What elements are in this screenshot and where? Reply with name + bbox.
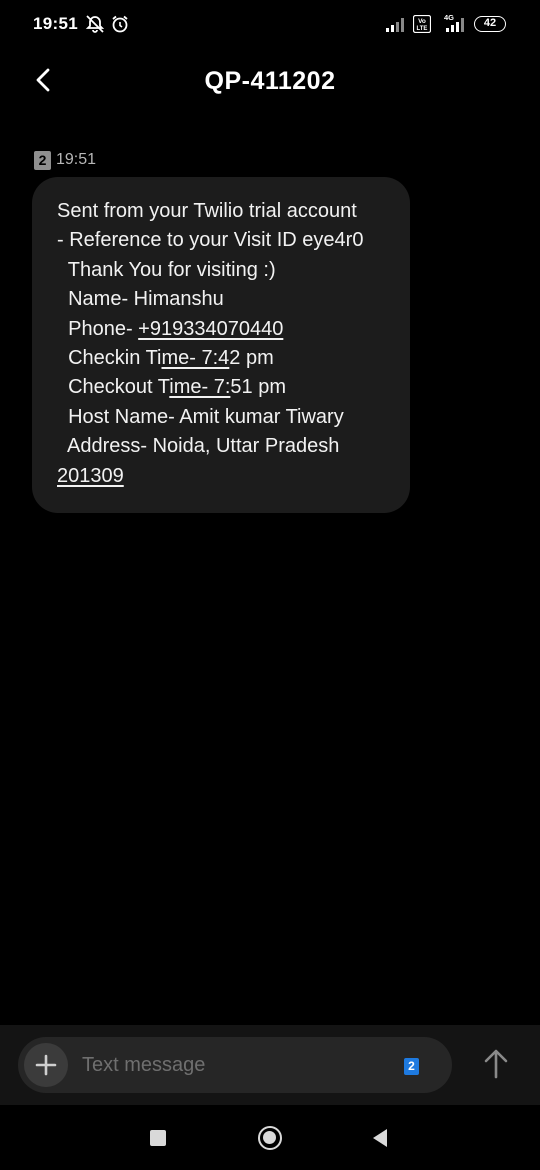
alarm-clock-icon [110, 14, 130, 39]
message-bubble[interactable]: Sent from your Twilio trial account - Re… [32, 177, 410, 513]
signal-icon [386, 16, 408, 37]
conversation-header: QP-411202 [0, 50, 540, 110]
message-line: Host Name- Amit kumar Tiwary [57, 405, 344, 428]
message-time: 19:51 [56, 151, 97, 168]
checkin-time-link[interactable]: me- 7:4 [161, 347, 229, 369]
checkin-text-end: 2 pm [229, 347, 274, 370]
message-meta: 2 19:51 [34, 151, 96, 170]
phone-link[interactable]: +919334070440 [138, 318, 283, 340]
checkout-text: Checkout T [57, 376, 170, 399]
checkin-text: Checkin Ti [57, 347, 162, 370]
message-line: Thank You for visiting :) [57, 258, 276, 281]
phone-label: Phone- [57, 317, 139, 340]
plus-icon [35, 1054, 57, 1076]
home-icon[interactable] [258, 1126, 282, 1150]
sim-selector-button[interactable]: 2 [404, 1058, 419, 1075]
add-attachment-button[interactable] [24, 1043, 68, 1087]
message-input[interactable] [82, 1051, 382, 1079]
recent-apps-icon[interactable] [150, 1130, 166, 1146]
send-arrow-icon [484, 1049, 508, 1079]
sim-badge: 2 [34, 151, 51, 170]
message-line: Address- Noida, Uttar Pradesh [57, 435, 340, 458]
conversation-title: QP-411202 [204, 67, 336, 95]
checkout-time-link[interactable]: ime- 7: [169, 376, 230, 398]
send-button[interactable] [478, 1049, 514, 1084]
message-line-checkin: Checkin Time- 7:42 pm [57, 344, 400, 373]
compose-box: 2 [18, 1037, 452, 1093]
message-line: Sent from your Twilio trial account [57, 200, 357, 222]
status-time: 19:51 [33, 14, 78, 33]
navigation-bar [0, 1105, 540, 1170]
svg-text:LTE: LTE [417, 26, 428, 32]
alarm-off-icon [85, 14, 105, 39]
status-bar: 19:51 Vo LTE 4G 42 [0, 0, 540, 50]
message-line-checkout: Checkout Time- 7:51 pm [57, 373, 400, 402]
compose-area: 2 [0, 1025, 540, 1105]
message-line-phone: Phone- +919334070440 [57, 315, 400, 344]
nav-back-icon[interactable] [371, 1128, 389, 1153]
message-line-postcode: 201309 [57, 462, 400, 491]
volte-icon: Vo LTE [412, 14, 432, 38]
message-line: - Reference to your Visit ID eye4r0 [57, 229, 364, 252]
battery-icon: 42 [474, 16, 506, 32]
message-line: Name- Himanshu [57, 288, 224, 311]
svg-text:4G: 4G [444, 13, 454, 22]
postcode-link[interactable]: 201309 [57, 465, 124, 487]
signal-4g-icon: 4G [437, 12, 467, 39]
checkout-text-end: 51 pm [230, 376, 286, 399]
svg-text:Vo: Vo [418, 18, 426, 25]
